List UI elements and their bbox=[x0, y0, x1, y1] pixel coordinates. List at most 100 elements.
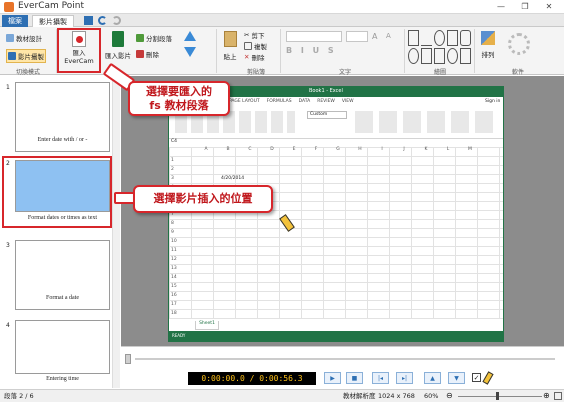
excel-grid: ABCDEFGHIJKLM 12345678910111213141516171… bbox=[169, 147, 503, 319]
slide-panel: 1 Enter date with / or - 2 Format dates … bbox=[0, 76, 120, 388]
remove-button[interactable]: ✕ 刪除 bbox=[244, 52, 264, 62]
delete-icon bbox=[136, 50, 144, 58]
copy-icon bbox=[244, 42, 252, 50]
text-format-icons[interactable]: B I U S bbox=[286, 46, 337, 55]
gear-icon[interactable] bbox=[508, 33, 530, 55]
callout-import: 選擇要匯入的 fs 教材段落 bbox=[128, 81, 230, 116]
timeline-handle[interactable] bbox=[125, 354, 131, 364]
video-record-button[interactable]: 影片攝製 bbox=[6, 49, 46, 63]
group-label-drawing: 繪圖 bbox=[433, 69, 446, 76]
tab-file[interactable]: 檔案 bbox=[2, 15, 28, 27]
maximize-button[interactable]: ❐ bbox=[516, 0, 534, 14]
material-design-button[interactable]: 教材設計 bbox=[6, 33, 42, 43]
slide-number: 3 bbox=[6, 242, 10, 249]
excel-status-text: READY bbox=[172, 333, 186, 338]
excel-sheet-tab: Sheet1 bbox=[195, 321, 219, 330]
arrange-button[interactable]: 排列 bbox=[478, 31, 498, 59]
excel-menu-item: VIEW bbox=[341, 99, 354, 104]
excel-menu: PAGE LAYOUT FORMULAS DATA REVIEW VIEW bbox=[229, 99, 354, 104]
clipboard-icon bbox=[223, 31, 237, 47]
selected-slide-highlight bbox=[2, 156, 112, 228]
excel-menu-item: REVIEW bbox=[317, 99, 335, 104]
zoom-level: 60% bbox=[424, 392, 439, 400]
film-icon bbox=[8, 52, 16, 60]
divider bbox=[280, 29, 281, 73]
app-logo-icon bbox=[4, 2, 14, 12]
video-file-icon bbox=[112, 31, 124, 47]
timecode-display: 0:00:00.0 / 0:00:56.3 bbox=[188, 372, 316, 385]
callout-position: 選擇影片插入的位置 bbox=[133, 185, 273, 213]
jump-start-button[interactable]: |◂ bbox=[372, 372, 389, 384]
excel-col-headers: ABCDEFGHIJKLM bbox=[204, 147, 472, 152]
resolution-value: 1024 x 768 bbox=[378, 392, 415, 400]
arrange-icon bbox=[481, 31, 495, 45]
undo-icon[interactable] bbox=[98, 16, 107, 25]
timeline[interactable] bbox=[121, 346, 564, 370]
font-grow-icon[interactable]: A bbox=[372, 32, 377, 41]
excel-menu-item: DATA bbox=[298, 99, 311, 104]
jump-end-button[interactable]: ▸| bbox=[396, 372, 413, 384]
split-section-button[interactable]: 分割段落 bbox=[136, 33, 172, 43]
window-title: EverCam Point bbox=[18, 1, 85, 11]
zoom-out-icon[interactable]: ⊖ bbox=[446, 391, 453, 401]
group-label-text: 文字 bbox=[338, 69, 351, 76]
font-size-select[interactable] bbox=[346, 31, 368, 42]
zoom-in-icon[interactable]: ⊕ bbox=[543, 391, 550, 401]
excel-menu-item: PAGE LAYOUT bbox=[229, 99, 260, 104]
resolution-label: 教材解析度 bbox=[343, 392, 376, 400]
tab-bar: 檔案 影片攝製 bbox=[0, 14, 564, 27]
save-icon[interactable] bbox=[84, 16, 93, 25]
divider bbox=[216, 29, 217, 73]
zoom-slider[interactable] bbox=[458, 396, 542, 397]
group-label-clipboard: 剪貼簿 bbox=[246, 69, 265, 76]
font-shrink-icon[interactable]: A bbox=[386, 32, 391, 40]
move-up-icon[interactable] bbox=[184, 31, 196, 41]
zoom-slider-thumb[interactable] bbox=[496, 392, 499, 400]
move-up-button[interactable]: ▲ bbox=[424, 372, 441, 384]
x-icon: ✕ bbox=[244, 53, 250, 61]
excel-style-icons bbox=[355, 111, 495, 133]
import-highlight-box bbox=[57, 28, 101, 73]
divider bbox=[404, 29, 405, 73]
group-label-software: 軟件 bbox=[511, 69, 524, 76]
document-icon bbox=[6, 34, 14, 42]
excel-cell-value: 4/20/2014 bbox=[221, 176, 245, 181]
tab-video-recording[interactable]: 影片攝製 bbox=[32, 15, 74, 27]
minimize-button[interactable]: — bbox=[492, 0, 510, 14]
delete-section-button[interactable]: 刪除 bbox=[136, 49, 159, 59]
slide-panel-scrollbar[interactable] bbox=[112, 76, 120, 388]
checkbox[interactable]: ✓ bbox=[472, 373, 481, 382]
pen-icon[interactable] bbox=[482, 371, 494, 385]
timeline-track bbox=[135, 358, 555, 360]
excel-menu-item: FORMULAS bbox=[266, 99, 292, 104]
excel-number-format: Custom bbox=[307, 111, 347, 119]
scissors-icon: ✂ bbox=[244, 31, 250, 39]
move-down-button[interactable]: ▼ bbox=[448, 372, 465, 384]
copy-button[interactable]: 複製 bbox=[244, 41, 267, 51]
divider bbox=[474, 29, 475, 73]
redo-icon[interactable] bbox=[112, 16, 121, 25]
slide-thumbnail-4[interactable] bbox=[15, 320, 110, 374]
paste-button[interactable]: 貼上 bbox=[220, 31, 240, 61]
play-button[interactable]: ▶ bbox=[324, 372, 341, 384]
slide-number: 1 bbox=[6, 84, 10, 91]
slide-caption: Format a date bbox=[46, 295, 79, 301]
close-button[interactable]: ✕ bbox=[540, 0, 558, 14]
excel-signin: Sign in bbox=[485, 99, 501, 104]
slide-number: 4 bbox=[6, 322, 10, 329]
stop-button[interactable]: ■ bbox=[346, 372, 363, 384]
status-bar: 段落 2 / 6 教材解析度 1024 x 768 60% ⊖ ⊕ bbox=[0, 389, 564, 402]
excel-cell-ref: C4 bbox=[171, 139, 178, 144]
import-video-button[interactable]: 匯入影片 bbox=[104, 31, 132, 60]
slide-caption: Entering time bbox=[46, 376, 79, 382]
shape-gallery[interactable] bbox=[408, 30, 472, 64]
move-down-icon[interactable] bbox=[184, 47, 196, 57]
excel-title: Book1 - Excel bbox=[309, 88, 343, 94]
cut-button[interactable]: ✂ 剪下 bbox=[244, 30, 264, 40]
font-family-select[interactable] bbox=[286, 31, 342, 42]
slide-caption: Enter date with / or - bbox=[37, 137, 88, 143]
fit-window-icon[interactable] bbox=[554, 392, 562, 400]
section-indicator: 段落 2 / 6 bbox=[4, 392, 34, 400]
excel-preview[interactable]: Book1 - Excel PAGE LAYOUT FORMULAS DATA … bbox=[168, 86, 504, 342]
excel-status-bar: READY bbox=[169, 331, 503, 341]
